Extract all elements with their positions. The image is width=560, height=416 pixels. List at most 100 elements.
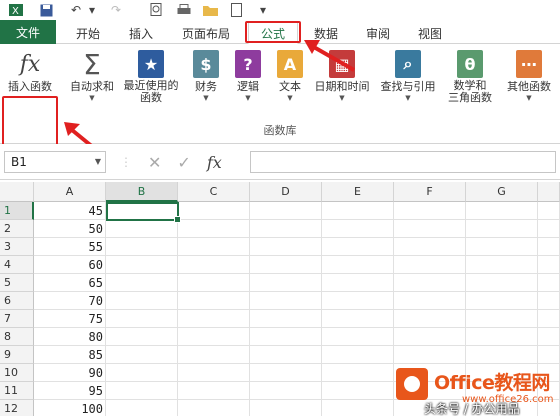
- row-header[interactable]: 4: [0, 256, 34, 274]
- customize-toolbar-icon[interactable]: ▾: [255, 2, 271, 18]
- cell[interactable]: [178, 202, 250, 220]
- row-header[interactable]: 11: [0, 382, 34, 400]
- cell[interactable]: [250, 346, 322, 364]
- new-file-icon[interactable]: [228, 2, 244, 18]
- cell[interactable]: [466, 274, 538, 292]
- save-icon[interactable]: [38, 2, 54, 18]
- cell[interactable]: [322, 256, 394, 274]
- cell[interactable]: [394, 220, 466, 238]
- cell[interactable]: [106, 220, 178, 238]
- financial-button[interactable]: $ 财务 ▼: [186, 48, 226, 103]
- tab-insert[interactable]: 插入: [118, 22, 164, 44]
- cell[interactable]: [250, 382, 322, 400]
- cell[interactable]: [394, 202, 466, 220]
- cell[interactable]: [394, 328, 466, 346]
- printer-icon[interactable]: [176, 2, 192, 18]
- undo-dropdown-icon[interactable]: ▾: [84, 2, 100, 18]
- cell[interactable]: [538, 292, 560, 310]
- cell-a-value[interactable]: 90: [34, 364, 106, 382]
- cell[interactable]: [250, 274, 322, 292]
- tab-page-layout[interactable]: 页面布局: [172, 22, 240, 44]
- lookup-reference-button[interactable]: ⌕ 查找与引用 ▼: [376, 48, 440, 103]
- column-header-f[interactable]: F: [394, 182, 466, 202]
- cell[interactable]: [106, 328, 178, 346]
- cell[interactable]: [178, 328, 250, 346]
- row-header[interactable]: 12: [0, 400, 34, 416]
- fx-icon[interactable]: fx: [207, 153, 222, 172]
- cell[interactable]: [250, 202, 322, 220]
- cell[interactable]: [106, 364, 178, 382]
- chevron-down-icon[interactable]: ▼: [95, 152, 101, 172]
- cell[interactable]: [538, 202, 560, 220]
- cell[interactable]: [466, 238, 538, 256]
- select-all-corner[interactable]: [0, 182, 34, 202]
- tab-home[interactable]: 开始: [64, 22, 112, 44]
- cell[interactable]: [178, 364, 250, 382]
- cell[interactable]: [322, 382, 394, 400]
- cell[interactable]: [106, 400, 178, 416]
- cell-a-value[interactable]: 95: [34, 382, 106, 400]
- cell-a-value[interactable]: 50: [34, 220, 106, 238]
- row-header[interactable]: 10: [0, 364, 34, 382]
- cell[interactable]: [466, 292, 538, 310]
- cell[interactable]: [538, 328, 560, 346]
- cell[interactable]: [466, 202, 538, 220]
- cell[interactable]: [106, 274, 178, 292]
- column-header-g[interactable]: G: [466, 182, 538, 202]
- logical-button[interactable]: ? 逻辑 ▼: [228, 48, 268, 103]
- cell[interactable]: [394, 256, 466, 274]
- cell-a-value[interactable]: 55: [34, 238, 106, 256]
- cell-a-value[interactable]: 80: [34, 328, 106, 346]
- cell[interactable]: [394, 310, 466, 328]
- insert-function-button[interactable]: fx 插入函数: [4, 48, 56, 94]
- row-header[interactable]: 3: [0, 238, 34, 256]
- cell-a-value[interactable]: 75: [34, 310, 106, 328]
- cell[interactable]: [178, 292, 250, 310]
- active-cell-b1[interactable]: [106, 202, 181, 223]
- row-header[interactable]: 9: [0, 346, 34, 364]
- cell-a-value[interactable]: 85: [34, 346, 106, 364]
- cell[interactable]: [322, 238, 394, 256]
- column-header-e[interactable]: E: [322, 182, 394, 202]
- cell[interactable]: [466, 256, 538, 274]
- cell[interactable]: [322, 346, 394, 364]
- column-header-b[interactable]: B: [106, 182, 178, 202]
- column-header-a[interactable]: A: [34, 182, 106, 202]
- cell[interactable]: [394, 292, 466, 310]
- cell[interactable]: [466, 310, 538, 328]
- redo-icon[interactable]: ↷: [108, 2, 124, 18]
- cell[interactable]: [106, 346, 178, 364]
- row-header[interactable]: 7: [0, 310, 34, 328]
- cell[interactable]: [538, 238, 560, 256]
- column-header-d[interactable]: D: [250, 182, 322, 202]
- undo-icon[interactable]: ↶: [68, 2, 84, 18]
- cell[interactable]: [322, 364, 394, 382]
- cell[interactable]: [322, 400, 394, 416]
- cell[interactable]: [250, 256, 322, 274]
- cell[interactable]: [106, 310, 178, 328]
- cell[interactable]: [178, 238, 250, 256]
- row-header[interactable]: 1: [0, 202, 34, 220]
- cell[interactable]: [322, 274, 394, 292]
- column-header-h[interactable]: [538, 182, 560, 202]
- cell[interactable]: [106, 382, 178, 400]
- cell[interactable]: [178, 346, 250, 364]
- row-header[interactable]: 5: [0, 274, 34, 292]
- tab-formulas[interactable]: 公式: [248, 22, 298, 44]
- cell[interactable]: [178, 310, 250, 328]
- recently-used-button[interactable]: ★ 最近使用的 函数: [120, 48, 182, 104]
- cell[interactable]: [106, 256, 178, 274]
- cell-a-value[interactable]: 65: [34, 274, 106, 292]
- cell[interactable]: [322, 328, 394, 346]
- cell[interactable]: [466, 220, 538, 238]
- print-preview-icon[interactable]: [148, 2, 164, 18]
- cell[interactable]: [250, 238, 322, 256]
- cell[interactable]: [178, 274, 250, 292]
- cell[interactable]: [538, 310, 560, 328]
- cell[interactable]: [178, 220, 250, 238]
- cell[interactable]: [538, 274, 560, 292]
- cell[interactable]: [250, 400, 322, 416]
- more-functions-button[interactable]: ⋯ 其他函数 ▼: [502, 48, 556, 103]
- cell-a-value[interactable]: 100: [34, 400, 106, 416]
- cell-a-value[interactable]: 45: [34, 202, 106, 220]
